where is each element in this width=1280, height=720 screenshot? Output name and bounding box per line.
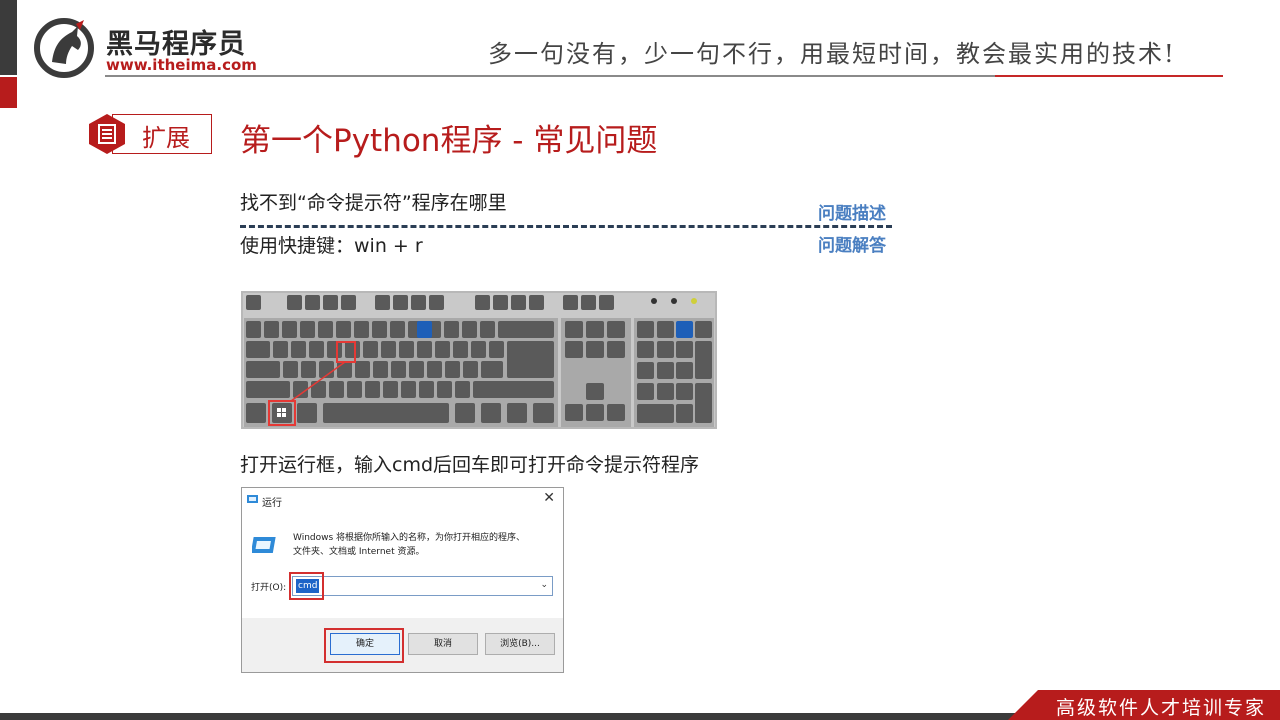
horse-logo-icon	[34, 18, 94, 78]
input-highlight-box	[289, 572, 324, 600]
left-accent-red	[0, 77, 17, 108]
answer-tag: 问题解答	[818, 236, 886, 256]
close-icon[interactable]: ✕	[543, 490, 555, 506]
ok-highlight-box	[324, 628, 404, 663]
run-dialog-icon	[252, 537, 276, 553]
open-label: 打开(O):	[251, 583, 287, 593]
chevron-down-icon[interactable]: ⌄	[540, 580, 548, 590]
question-text: 找不到“命令提示符”程序在哪里	[240, 192, 507, 214]
left-accent-bar	[0, 0, 17, 75]
dialog-description-line: Windows 将根据你所输入的名称，为你打开相应的程序、	[293, 533, 526, 543]
section-tag: 扩展	[86, 113, 212, 155]
cancel-button[interactable]: 取消	[408, 633, 478, 655]
browse-button[interactable]: 浏览(B)...	[485, 633, 555, 655]
keyboard-illustration	[241, 291, 717, 429]
dashed-divider	[240, 225, 892, 228]
run-app-icon	[247, 495, 258, 503]
dialog-description: Windows 将根据你所输入的名称，为你打开相应的程序、 文件夹、文档或 In…	[293, 531, 553, 559]
header-divider	[105, 75, 995, 77]
answer-text: 使用快捷键：win + r	[240, 235, 423, 257]
section-tag-label: 扩展	[142, 124, 190, 152]
run-dialog: 运行 ✕ Windows 将根据你所输入的名称，为你打开相应的程序、 文件夹、文…	[241, 487, 564, 673]
footer-text: 高级软件人才培训专家	[1056, 697, 1267, 719]
question-tag: 问题描述	[818, 204, 886, 224]
header-divider-accent	[995, 75, 1223, 77]
brand-url: www.itheima.com	[106, 56, 257, 74]
document-icon	[89, 114, 125, 154]
step2-text: 打开运行框，输入cmd后回车即可打开命令提示符程序	[240, 454, 700, 476]
dialog-title: 运行	[262, 498, 282, 509]
page-title: 第一个Python程序 - 常见问题	[240, 123, 658, 159]
dialog-description-line: 文件夹、文档或 Internet 资源。	[293, 547, 425, 557]
slogan: 多一句没有，少一句不行，用最短时间，教会最实用的技术!	[488, 40, 1176, 68]
command-input[interactable]: cmd ⌄	[292, 576, 553, 596]
